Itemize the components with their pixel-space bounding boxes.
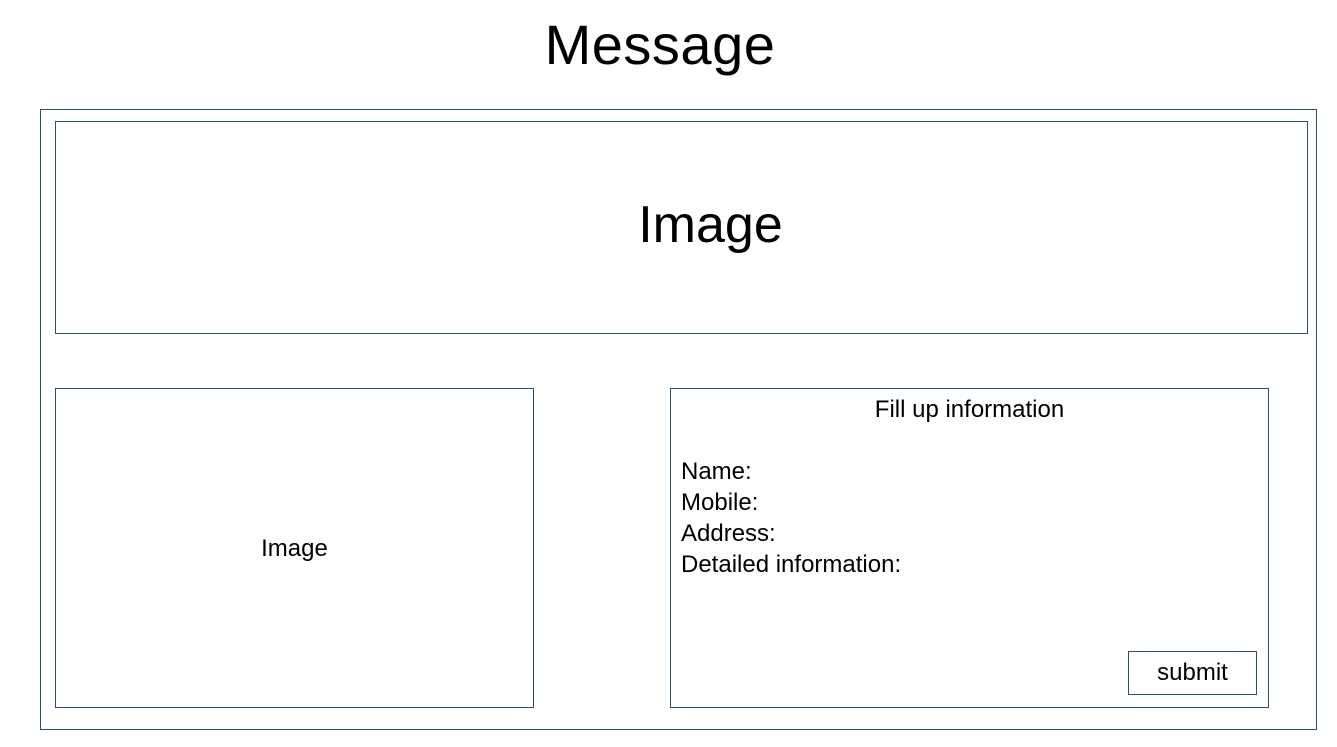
name-field-label[interactable]: Name: xyxy=(681,456,901,487)
side-image-label: Image xyxy=(261,535,328,562)
banner-image-placeholder: Image xyxy=(55,121,1308,334)
mobile-field-label[interactable]: Mobile: xyxy=(681,487,901,518)
detailed-information-field-label[interactable]: Detailed information: xyxy=(681,549,901,580)
information-form: Fill up information Name: Mobile: Addres… xyxy=(670,388,1269,708)
form-title: Fill up information xyxy=(874,396,1065,423)
form-fields: Name: Mobile: Address: Detailed informat… xyxy=(681,456,901,580)
banner-image-label: Image xyxy=(638,195,783,254)
address-field-label[interactable]: Address: xyxy=(681,518,901,549)
side-image-placeholder: Image xyxy=(55,388,534,708)
submit-button[interactable]: submit xyxy=(1128,651,1257,695)
page-title: Message xyxy=(544,13,776,76)
